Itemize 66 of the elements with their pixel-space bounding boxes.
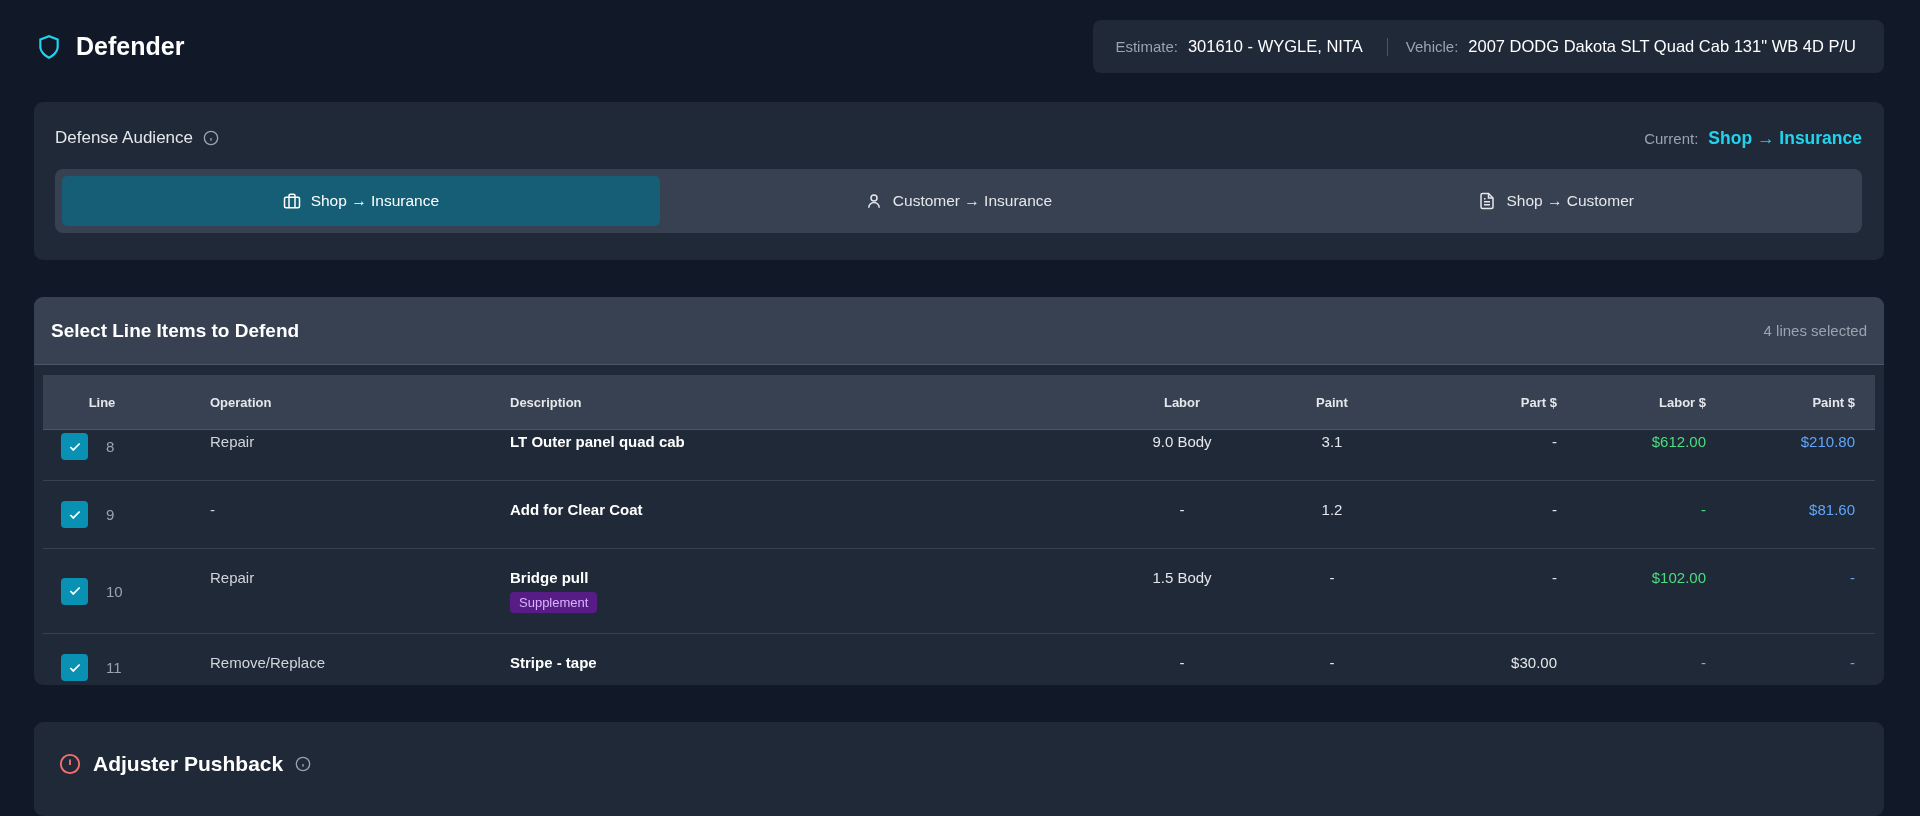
column-header: Operation: [209, 394, 273, 410]
column-header: Labor $: [1658, 394, 1707, 410]
amount-cell-text: -: [1700, 501, 1707, 520]
amount-cell-text: $210.80: [1799, 433, 1856, 452]
operation-cell-text: Remove/Replace: [209, 654, 327, 673]
check-icon: [67, 584, 82, 598]
briefcase-icon: [282, 192, 301, 210]
operation-cell-text: Repair: [209, 433, 256, 452]
current-audience: Shop → Insurance: [1708, 127, 1862, 149]
amount-cell-text: -: [1849, 569, 1856, 588]
line-number: 10: [106, 582, 123, 600]
info-icon[interactable]: [203, 130, 219, 146]
operation-cell-text: -: [209, 501, 216, 520]
section-title: Adjuster Pushback: [93, 752, 284, 776]
amount-cell-text: 1.5 Body: [1151, 569, 1213, 588]
section-title: Select Line Items to Defend: [51, 319, 300, 342]
estimate-label: Estimate:: [1115, 38, 1178, 55]
amount-cell-text: -: [1551, 569, 1558, 588]
line-number: 8: [106, 438, 115, 455]
shield-icon: [36, 32, 62, 61]
document-icon: [1478, 192, 1497, 210]
amount-cell-text: 1.2: [1320, 501, 1344, 520]
amount-cell-text: $612.00: [1650, 433, 1707, 452]
audience-tab[interactable]: Customer → Insurance: [659, 176, 1258, 226]
column-header: Part $: [1519, 394, 1558, 410]
amount-cell-text: $81.60: [1808, 501, 1856, 520]
row-checkbox[interactable]: [61, 654, 88, 681]
audience-tab[interactable]: Shop → Insurance: [62, 176, 660, 226]
line-number: 9: [106, 506, 115, 523]
column-header: Description: [509, 394, 583, 410]
row-checkbox[interactable]: [61, 577, 88, 605]
column-header: Paint: [1315, 394, 1349, 410]
description-cell: Add for Clear Coat: [510, 501, 643, 518]
info-icon[interactable]: [295, 756, 312, 772]
amount-cell-text: 9.0 Body: [1151, 433, 1213, 452]
amount-cell-text: -: [1849, 654, 1856, 673]
line-number: 11: [106, 659, 122, 676]
app-title: Defender: [76, 32, 185, 61]
description-cell: LT Outer panel quad cab: [510, 433, 685, 450]
amount-cell-text: $102.00: [1650, 569, 1707, 588]
section-title: Defense Audience: [55, 128, 193, 148]
amount-cell-text: -: [1178, 501, 1186, 520]
amount-cell-text: -: [1700, 654, 1707, 673]
estimate-value: 301610 - WYGLE, NITA: [1187, 37, 1363, 56]
audience-tab[interactable]: Shop → Customer: [1257, 176, 1855, 226]
amount-cell-text: -: [1178, 654, 1186, 673]
supplement-badge: Supplement: [510, 592, 598, 613]
amount-cell-text: -: [1551, 501, 1558, 520]
amount-cell-text: 3.1: [1320, 433, 1344, 452]
row-checkbox[interactable]: [61, 433, 88, 460]
column-header: Labor: [1162, 394, 1202, 410]
description-cell: Stripe - tape: [510, 654, 597, 671]
amount-cell-text: -: [1328, 654, 1336, 673]
amount-cell-text: -: [1328, 569, 1336, 588]
vehicle-label: Vehicle:: [1405, 38, 1459, 55]
row-checkbox[interactable]: [61, 501, 88, 528]
amount-cell-text: -: [1551, 433, 1558, 452]
current-label: Current:: [1644, 129, 1699, 147]
operation-cell-text: Repair: [209, 569, 256, 588]
amount-cell-text: $30.00: [1510, 654, 1558, 673]
selected-count: 4 lines selected: [1763, 322, 1867, 339]
alert-icon: [59, 753, 81, 775]
vehicle-value: 2007 DODG Dakota SLT Quad Cab 131" WB 4D P/U: [1468, 37, 1856, 56]
column-header: Line: [87, 394, 117, 410]
description-cell: Bridge pull: [510, 569, 589, 586]
column-header: Paint $: [1811, 394, 1856, 410]
